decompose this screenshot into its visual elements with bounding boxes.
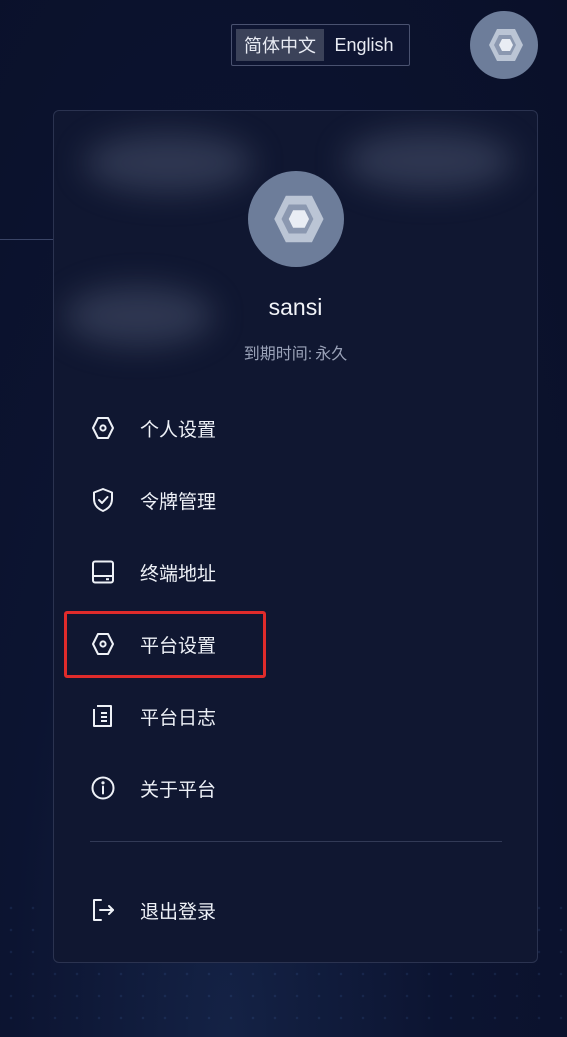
- menu-item-label: 关于平台: [140, 779, 217, 801]
- user-avatar-button[interactable]: [470, 11, 538, 79]
- document-log-icon: [88, 701, 118, 731]
- language-switch: 简体中文 English: [231, 24, 410, 66]
- logout-button[interactable]: 退出登录: [88, 892, 388, 928]
- menu-item-platform-logs[interactable]: 平台日志: [88, 698, 388, 734]
- avatar-logo-icon: [489, 29, 523, 61]
- expiry-label: 到期时间:: [243, 346, 313, 363]
- menu-item-platform-settings[interactable]: 平台设置: [88, 626, 388, 662]
- language-option-en[interactable]: English: [324, 29, 404, 61]
- menu-item-label: 平台日志: [140, 707, 217, 729]
- menu-item-terminal-address[interactable]: 终端地址: [88, 554, 388, 590]
- language-option-zh[interactable]: 简体中文: [236, 29, 324, 61]
- logout-icon: [88, 895, 118, 925]
- hexagon-settings-icon: [88, 629, 118, 659]
- expiry-info: 到期时间: 永久: [54, 340, 537, 364]
- menu-item-label: 个人设置: [140, 419, 217, 441]
- blurred-background: [84, 133, 254, 193]
- menu-item-about-platform[interactable]: 关于平台: [88, 770, 388, 806]
- logout-label: 退出登录: [140, 901, 217, 923]
- menu-item-token-management[interactable]: 令牌管理: [88, 482, 388, 518]
- menu-item-label: 平台设置: [140, 635, 217, 657]
- expiry-value: 永久: [315, 346, 348, 363]
- terminal-device-icon: [88, 557, 118, 587]
- menu-divider: [90, 841, 502, 842]
- info-circle-icon: [88, 773, 118, 803]
- profile-avatar: [248, 171, 344, 267]
- shield-check-icon: [88, 485, 118, 515]
- menu-item-label: 令牌管理: [140, 491, 217, 513]
- background-divider: [0, 239, 54, 240]
- hexagon-settings-icon: [88, 413, 118, 443]
- avatar-logo-icon: [274, 195, 324, 243]
- menu-item-personal-settings[interactable]: 个人设置: [88, 410, 388, 446]
- user-dropdown-panel: sansi 到期时间: 永久 个人设置 令牌管理 终端地址 平台设置 平台日志 …: [53, 110, 538, 963]
- blurred-background: [344, 131, 514, 191]
- menu-item-label: 终端地址: [140, 563, 217, 585]
- username: sansi: [268, 294, 323, 320]
